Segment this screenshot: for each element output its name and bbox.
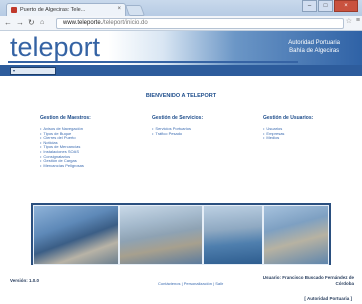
url-path: /teleport/inicio.do bbox=[102, 20, 148, 26]
footer-links[interactable]: Contáctenos | Personalización | Salir bbox=[158, 281, 223, 286]
close-window-button[interactable]: × bbox=[334, 0, 358, 12]
user-info: Usuario: Francisco Buscado Fernández de … bbox=[263, 275, 354, 287]
home-icon[interactable]: ⌂ bbox=[40, 19, 44, 26]
chevron-down-icon: ▾ bbox=[13, 68, 16, 73]
logo-underline bbox=[8, 61, 298, 63]
welcome-title: BIENVENIDO A TELEPORT bbox=[145, 93, 217, 99]
port-photo bbox=[263, 205, 329, 265]
section-maestros: Gestion de Maestros: Avisos de Navegació… bbox=[40, 115, 91, 168]
reload-icon[interactable]: ↻ bbox=[28, 18, 35, 27]
nav-bar: ← → ↻ ⌂ www.teleporte./teleport/inicio.d… bbox=[0, 16, 362, 31]
tab-title: Puerto de Algeciras: Tele... bbox=[20, 7, 86, 13]
minimize-button[interactable]: – bbox=[302, 0, 317, 12]
url-text: www.teleporte./teleport/inicio.do bbox=[63, 19, 148, 28]
menu-link[interactable]: Tráfico Pesado bbox=[152, 131, 203, 137]
authority-name: Autoridad Portuaria Bahía de Algeciras bbox=[288, 39, 340, 55]
section-title: Gestion de Maestros: bbox=[40, 115, 91, 121]
menu-select[interactable]: ▾ bbox=[10, 67, 56, 75]
maximize-button[interactable]: □ bbox=[318, 0, 333, 12]
tab-strip: Puerto de Algeciras: Tele... × – □ × bbox=[0, 0, 362, 17]
section-title: Gestión de Servicios: bbox=[152, 115, 204, 121]
section-usuarios: Gestión de Usuarios: Usuarios Empresas M… bbox=[263, 115, 313, 141]
address-bar[interactable]: www.teleporte./teleport/inicio.do bbox=[56, 18, 344, 29]
section-title: Gestión de Usuarios: bbox=[263, 115, 314, 121]
header-banner: teleport Autoridad Portuaria Bahía de Al… bbox=[0, 31, 362, 65]
bookmark-star-icon[interactable]: ☆ bbox=[346, 17, 352, 25]
port-photo bbox=[119, 205, 203, 265]
port-photo bbox=[203, 205, 263, 265]
user-role: [ Autoridad Portuaria ] bbox=[304, 296, 352, 301]
new-tab-button[interactable] bbox=[124, 5, 146, 16]
web-page: teleport Autoridad Portuaria Bahía de Al… bbox=[0, 31, 362, 304]
menu-link[interactable]: Medios bbox=[263, 136, 313, 141]
port-photo-strip bbox=[31, 203, 331, 265]
window-controls: – □ × bbox=[301, 0, 358, 12]
browser-window: Puerto de Algeciras: Tele... × – □ × ← →… bbox=[0, 0, 362, 304]
section-servicios: Gestión de Servicios: Servicios Portuari… bbox=[152, 115, 203, 136]
teleport-logo: teleport bbox=[10, 32, 101, 62]
wrench-icon[interactable]: ≡ bbox=[356, 17, 360, 24]
version-label: Versión: 1.0.0 bbox=[10, 278, 40, 283]
menu-link[interactable]: Mercancías Peligrosas bbox=[40, 163, 91, 169]
back-icon[interactable]: ← bbox=[4, 18, 12, 27]
url-domain: www.teleporte. bbox=[63, 20, 103, 26]
forward-icon[interactable]: → bbox=[16, 18, 24, 27]
favicon-icon bbox=[11, 7, 17, 13]
browser-tab[interactable]: Puerto de Algeciras: Tele... × bbox=[6, 3, 126, 17]
user-name-line2: Córdoba bbox=[335, 281, 355, 286]
close-tab-icon[interactable]: × bbox=[117, 6, 121, 12]
port-photo bbox=[33, 205, 119, 265]
authority-line-2: Bahía de Algeciras bbox=[289, 48, 340, 54]
authority-line-1: Autoridad Portuaria bbox=[288, 40, 340, 46]
